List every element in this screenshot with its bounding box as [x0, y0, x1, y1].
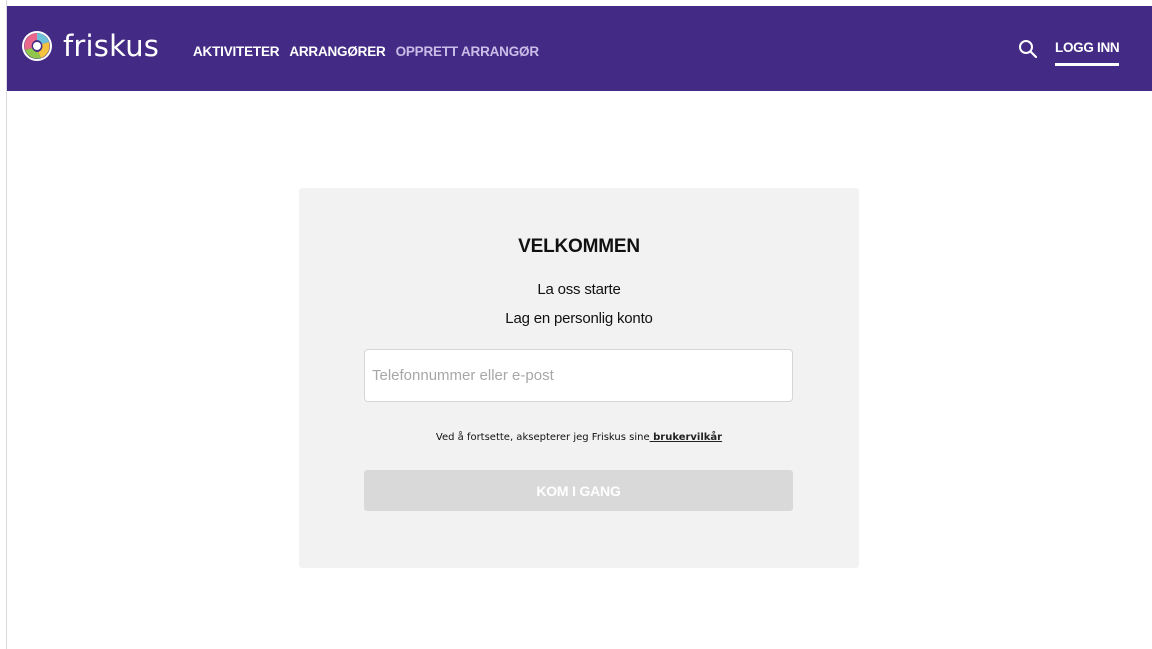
- terms-notice: Ved å fortsette, aksepterer jeg Friskus …: [299, 432, 859, 443]
- page: friskus AKTIVITETER ARRANGØRER OPPRETT A…: [0, 0, 1152, 649]
- signup-card: VELKOMMEN La oss starte Lag en personlig…: [299, 188, 859, 568]
- brand-name: friskus: [63, 29, 160, 63]
- top-navigation-bar: friskus AKTIVITETER ARRANGØRER OPPRETT A…: [7, 6, 1152, 91]
- phone-or-email-input[interactable]: [365, 350, 792, 401]
- welcome-title: VELKOMMEN: [518, 236, 640, 257]
- terms-link[interactable]: brukervilkår: [650, 432, 722, 443]
- welcome-subtitle: La oss starte: [537, 281, 621, 298]
- main-nav: AKTIVITETER ARRANGØRER OPPRETT ARRANGØR: [193, 44, 549, 59]
- nav-item-arrangorer[interactable]: ARRANGØRER: [289, 44, 385, 59]
- login-button[interactable]: LOGG INN: [1055, 40, 1120, 66]
- contact-input-wrapper: [364, 349, 793, 402]
- window-edge: [6, 0, 7, 649]
- friskus-logo-icon: [22, 31, 52, 61]
- get-started-button[interactable]: KOM I GANG: [364, 470, 793, 511]
- create-account-text: Lag en personlig konto: [505, 310, 653, 327]
- nav-item-opprett-arrangor[interactable]: OPPRETT ARRANGØR: [396, 44, 540, 59]
- brand-logo[interactable]: friskus: [21, 26, 159, 66]
- terms-text: Ved å fortsette, aksepterer jeg Friskus …: [435, 432, 650, 443]
- nav-item-aktiviteter[interactable]: AKTIVITETER: [193, 44, 280, 59]
- search-icon[interactable]: [1017, 38, 1039, 60]
